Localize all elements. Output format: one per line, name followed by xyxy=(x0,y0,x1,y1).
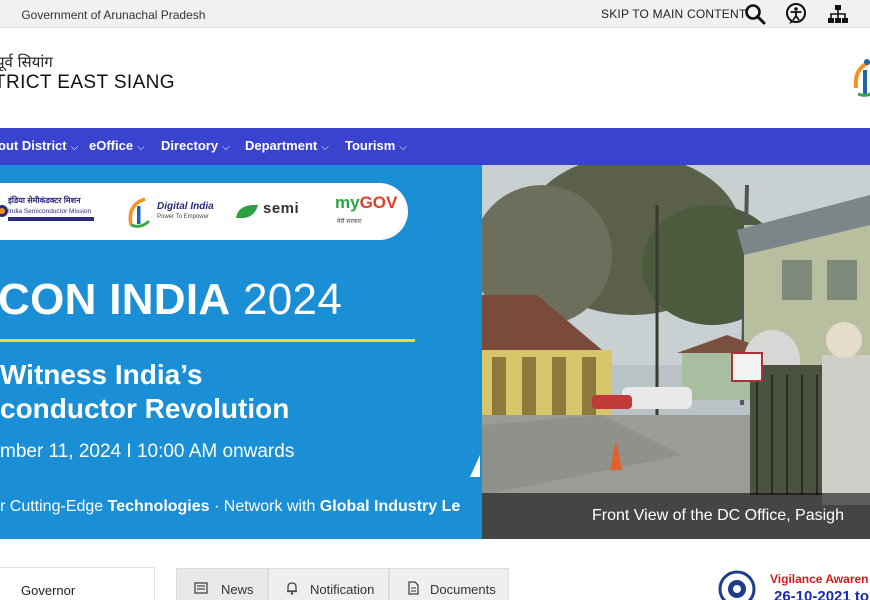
sitemap-icon[interactable] xyxy=(827,3,849,25)
ism-logo-icon xyxy=(0,205,8,217)
bell-icon xyxy=(287,582,297,595)
dc-office-photo xyxy=(482,165,870,539)
nav-item-about-district[interactable]: out District ⌵ xyxy=(0,138,78,153)
main-nav: out District ⌵ eOffice ⌵ Directory ⌵ Depart… xyxy=(0,128,870,165)
document-icon xyxy=(408,581,419,595)
district-name[interactable]: TRICT EAST SIANG xyxy=(0,72,175,94)
vigilance-date[interactable]: 26-10-2021 to xyxy=(774,588,869,600)
govt-text: Government of Arunachal Pradesh xyxy=(21,8,206,22)
hero-banner-semicon[interactable]: इंडिया सेमीकंडक्टर मिशन India Semiconduc… xyxy=(0,165,482,539)
chevron-down-icon: ⌵ xyxy=(399,142,407,153)
banner-tagline: r Cutting-Edge Technologies · Network wi… xyxy=(0,498,461,515)
banner-headline-1: Witness India’s xyxy=(0,359,203,390)
accessibility-icon[interactable] xyxy=(785,3,807,25)
governor-card[interactable]: Governor xyxy=(0,567,155,600)
digital-india-banner-logo: Digital India Power To Empower xyxy=(123,195,214,234)
nav-item-department[interactable]: Department ⌵ xyxy=(245,138,329,153)
govt-link[interactable]: र Government of Arunachal Pradesh xyxy=(0,6,205,23)
digital-india-logo[interactable] xyxy=(848,54,870,100)
vigilance-title[interactable]: Vigilance Awaren xyxy=(770,572,869,586)
ism-logo: इंडिया सेमीकंडक्टर मिशन India Semiconduc… xyxy=(8,195,94,221)
nav-item-eoffice[interactable]: eOffice ⌵ xyxy=(89,138,145,153)
banner-date: mber 11, 2024 I 10:00 AM onwards xyxy=(0,441,295,462)
nav-item-directory[interactable]: Directory ⌵ xyxy=(161,138,230,153)
chevron-down-icon: ⌵ xyxy=(137,142,145,153)
search-icon[interactable] xyxy=(744,3,766,25)
newspaper-icon xyxy=(194,582,208,594)
site-header: पूर्व सियांग TRICT EAST SIANG xyxy=(0,28,870,128)
page: र Government of Arunachal Pradesh SKIP T… xyxy=(0,0,870,600)
banner-divider xyxy=(0,339,415,342)
flag-icon: र xyxy=(0,6,6,23)
governor-label: Governor xyxy=(21,583,76,598)
chevron-down-icon: ⌵ xyxy=(70,142,79,153)
semi-leaf-icon xyxy=(236,204,258,219)
banner-title: CON INDIA 2024 xyxy=(0,275,343,324)
tab-documents[interactable]: Documents xyxy=(389,568,509,600)
banner-headline-2: conductor Revolution xyxy=(0,393,290,424)
banner-decor-triangle xyxy=(470,455,480,477)
chevron-down-icon: ⌵ xyxy=(222,142,230,153)
partner-logos-strip: इंडिया सेमीकंडक्टर मिशन India Semiconduc… xyxy=(0,183,408,240)
chevron-down-icon: ⌵ xyxy=(321,142,329,153)
skip-to-main-content-link[interactable]: SKIP TO MAIN CONTENT xyxy=(601,7,746,21)
district-name-hindi: पूर्व सियांग xyxy=(0,53,53,71)
nav-item-tourism[interactable]: Tourism ⌵ xyxy=(345,138,407,153)
hero-photo-dc-office[interactable]: Front View of the DC Office, Pasigh xyxy=(482,165,870,539)
top-utility-bar: र Government of Arunachal Pradesh SKIP T… xyxy=(0,0,870,28)
hero-photo-caption: Front View of the DC Office, Pasigh xyxy=(592,507,844,524)
vigilance-commission-logo[interactable] xyxy=(718,570,756,600)
semi-logo: semi xyxy=(263,200,300,217)
tab-news[interactable]: News xyxy=(176,568,268,600)
digital-india-swirl-icon xyxy=(128,197,151,228)
tab-notification[interactable]: Notification xyxy=(268,568,389,600)
mygov-logo: myGOV मेरी सरकार xyxy=(335,193,398,225)
